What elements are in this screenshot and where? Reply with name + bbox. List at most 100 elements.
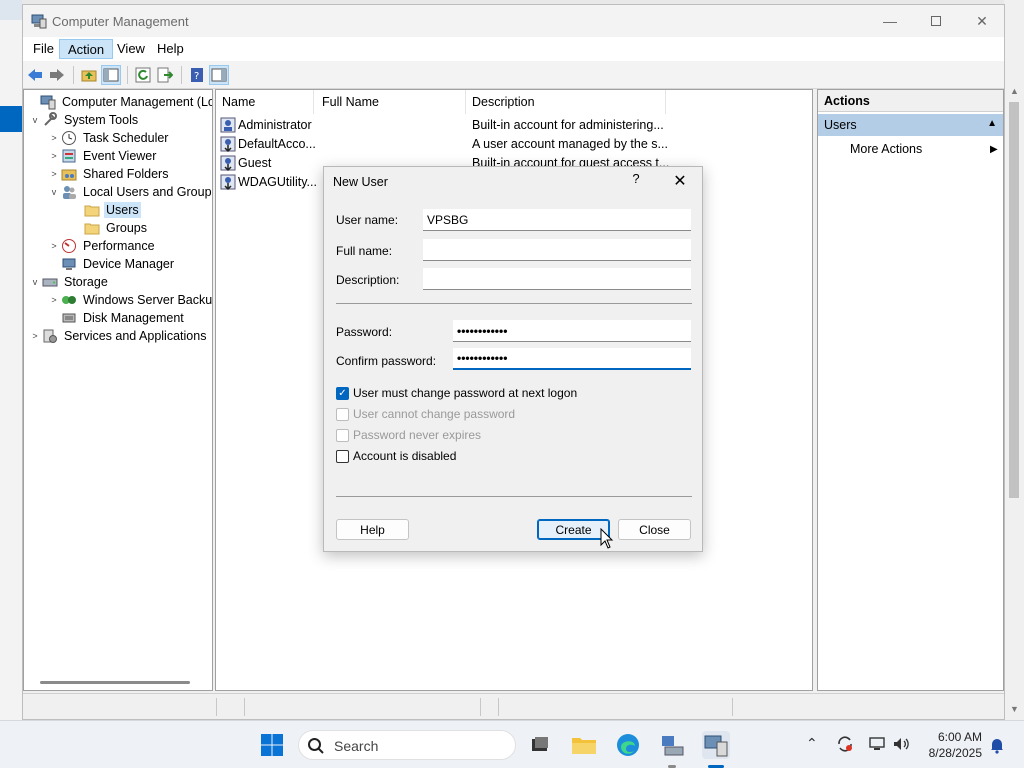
user-icon xyxy=(220,117,236,133)
backup-icon xyxy=(62,296,76,304)
show-hide-action-pane-button[interactable] xyxy=(209,65,229,85)
column-header-name[interactable]: Name xyxy=(216,90,314,114)
system-clock[interactable]: 6:00 AM 8/28/2025 xyxy=(918,729,982,761)
clock-icon xyxy=(62,131,76,145)
user-row[interactable]: Administrator Built-in account for admin… xyxy=(216,116,812,135)
tree-item-label: Computer Management (Local xyxy=(62,95,212,109)
expand-chevron-icon[interactable]: > xyxy=(47,241,61,251)
password-field[interactable] xyxy=(453,320,691,342)
actions-section-users[interactable]: Users ▲ xyxy=(818,114,1003,136)
tree-item-local-users-and-groups[interactable]: v Local Users and Groups xyxy=(47,183,212,201)
user-row[interactable]: DefaultAcco... A user account managed by… xyxy=(216,135,812,154)
tree-item-storage[interactable]: v Storage xyxy=(28,273,110,291)
maximize-button[interactable] xyxy=(913,5,959,37)
tree-item-label: Task Scheduler xyxy=(83,131,169,145)
tree-item-event-viewer[interactable]: > Event Viewer xyxy=(47,147,158,165)
chevron-up-icon[interactable]: ⌃ xyxy=(806,735,818,752)
tree-item-device-manager[interactable]: Device Manager xyxy=(61,255,176,273)
expand-chevron-icon[interactable]: > xyxy=(47,151,61,161)
description-label: Description: xyxy=(336,273,400,287)
tree-item-label: Users xyxy=(104,202,141,218)
tree-item-system-tools[interactable]: v System Tools xyxy=(28,111,140,129)
disk-icon xyxy=(62,313,76,323)
collapse-chevron-icon[interactable]: v xyxy=(47,187,61,197)
user-description: A user account managed by the s... xyxy=(472,137,668,151)
server-manager-button[interactable] xyxy=(658,731,686,759)
tree-item-shared-folders[interactable]: > Shared Folders xyxy=(47,165,170,183)
export-list-button[interactable] xyxy=(155,65,175,85)
file-explorer-button[interactable] xyxy=(570,731,598,759)
expand-chevron-icon[interactable]: > xyxy=(47,295,61,305)
refresh-button[interactable] xyxy=(133,65,153,85)
menu-action[interactable]: Action xyxy=(59,39,114,59)
show-hide-tree-button[interactable] xyxy=(101,65,121,85)
taskbar-search-box[interactable]: Search xyxy=(298,730,516,760)
tree-item-groups[interactable]: Groups xyxy=(84,219,149,237)
computer-management-taskbar-button[interactable] xyxy=(702,731,730,759)
account-disabled-checkbox[interactable]: Account is disabled xyxy=(336,448,456,464)
help-button[interactable]: Help xyxy=(336,519,409,540)
collapse-chevron-icon[interactable]: v xyxy=(28,115,42,125)
scroll-thumb[interactable] xyxy=(1009,102,1019,498)
console-tree: Computer Management (Local v System Tool… xyxy=(23,89,213,691)
collapse-chevron-icon[interactable]: v xyxy=(28,277,42,287)
close-window-button[interactable]: ✕ xyxy=(959,5,1005,37)
tree-item-label: Storage xyxy=(64,275,108,289)
start-icon xyxy=(261,734,283,756)
tree-item-performance[interactable]: > Performance xyxy=(47,237,157,255)
close-button[interactable]: Close xyxy=(618,519,691,540)
menu-view[interactable]: View xyxy=(109,39,153,59)
tree-item-services-and-applications[interactable]: > Services and Applications xyxy=(28,327,208,345)
folder-icon xyxy=(84,205,100,217)
status-segment xyxy=(499,698,733,716)
more-actions-item[interactable]: More Actions xyxy=(850,142,922,156)
network-icon[interactable] xyxy=(868,735,886,753)
tree-item-windows-server-backup[interactable]: > Windows Server Backup xyxy=(47,291,212,309)
column-header-description[interactable]: Description xyxy=(466,90,666,114)
menu-help[interactable]: Help xyxy=(149,39,192,59)
dialog-close-icon[interactable]: ✕ xyxy=(668,171,692,193)
search-icon xyxy=(308,738,324,754)
background-vertical-scrollbar[interactable]: ▲ ▼ xyxy=(1006,86,1022,716)
fullname-field[interactable] xyxy=(423,239,691,261)
confirm-password-field[interactable] xyxy=(453,348,691,370)
fullname-label: Full name: xyxy=(336,244,393,258)
task-view-button[interactable] xyxy=(526,731,554,759)
title-bar[interactable]: Computer Management — ✕ xyxy=(23,5,1004,37)
must-change-password-checkbox[interactable]: ✓ User must change password at next logo… xyxy=(336,385,577,401)
tree-item-computer-management[interactable]: Computer Management (Local xyxy=(26,93,212,111)
start-button[interactable] xyxy=(258,731,286,759)
back-icon xyxy=(28,69,42,81)
background-window-accent xyxy=(0,106,22,132)
up-folder-button[interactable] xyxy=(79,65,99,85)
collapse-triangle-icon[interactable]: ▲ xyxy=(987,118,997,129)
expand-chevron-icon[interactable]: > xyxy=(28,331,42,341)
actions-pane: Actions Users ▲ More Actions ▶ xyxy=(817,89,1004,691)
description-field[interactable] xyxy=(423,268,691,290)
tree-item-task-scheduler[interactable]: > Task Scheduler xyxy=(47,129,170,147)
scroll-down-icon[interactable]: ▼ xyxy=(1010,704,1019,714)
forward-button[interactable] xyxy=(47,65,67,85)
username-field[interactable] xyxy=(423,209,691,231)
bell-icon[interactable] xyxy=(988,736,1006,754)
expand-chevron-icon[interactable]: > xyxy=(47,133,61,143)
volume-icon[interactable] xyxy=(892,735,910,753)
status-segment xyxy=(245,698,481,716)
edge-button[interactable] xyxy=(614,731,642,759)
tree-horizontal-scrollbar[interactable] xyxy=(40,681,190,684)
dialog-help-icon[interactable]: ? xyxy=(626,171,646,191)
dialog-title: New User xyxy=(333,175,388,189)
column-header-full-name[interactable]: Full Name xyxy=(316,90,466,114)
tree-item-users[interactable]: Users xyxy=(84,201,141,219)
help-button[interactable]: ? xyxy=(187,65,207,85)
menu-file[interactable]: File xyxy=(25,39,62,59)
storage-icon xyxy=(42,278,58,287)
minimize-button[interactable]: — xyxy=(867,5,913,37)
back-button[interactable] xyxy=(25,65,45,85)
sync-icon[interactable] xyxy=(836,735,854,753)
more-actions-label: More Actions xyxy=(850,142,923,156)
expand-chevron-icon[interactable]: > xyxy=(47,169,61,179)
scroll-up-icon[interactable]: ▲ xyxy=(1010,86,1019,96)
cannot-change-password-checkbox: User cannot change password xyxy=(336,406,515,422)
tree-item-disk-management[interactable]: Disk Management xyxy=(61,309,186,327)
